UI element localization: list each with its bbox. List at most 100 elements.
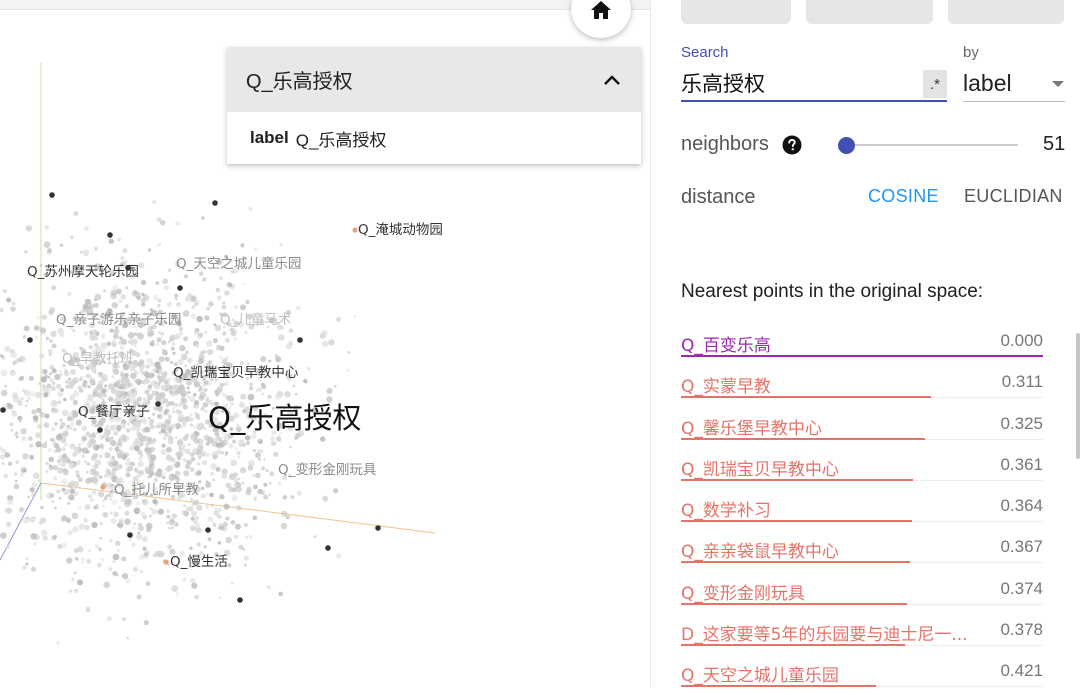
data-point[interactable] [206,395,210,400]
search-input[interactable] [681,66,947,102]
data-point[interactable] [138,456,143,461]
data-point[interactable] [185,459,191,465]
data-point[interactable] [193,437,200,444]
data-point[interactable] [268,481,272,485]
neighbors-slider-thumb[interactable] [838,137,855,154]
data-point[interactable] [189,467,195,472]
data-point[interactable] [170,518,175,523]
data-point[interactable] [95,544,99,549]
data-point[interactable] [137,509,141,513]
data-point[interactable] [45,461,49,466]
data-point[interactable] [93,470,100,477]
data-point[interactable] [0,369,8,377]
data-point[interactable] [269,471,275,477]
data-point[interactable] [135,389,139,393]
data-point[interactable] [65,380,69,384]
data-point[interactable] [1,461,5,465]
data-point[interactable] [99,395,103,400]
data-point[interactable] [270,441,276,447]
data-point[interactable] [137,332,144,340]
data-point[interactable] [249,382,253,387]
data-point[interactable] [73,390,80,397]
data-point[interactable] [321,340,329,347]
data-point[interactable] [51,285,57,291]
data-point[interactable] [145,581,151,587]
data-point[interactable] [49,493,55,498]
data-point[interactable] [136,295,141,301]
data-point[interactable] [39,353,45,359]
data-point[interactable] [170,361,174,364]
nearest-point-row[interactable]: Q_天空之城儿童乐园 0.421 [681,653,1043,694]
chevron-up-icon[interactable] [603,74,621,86]
data-point[interactable] [191,502,195,507]
data-point[interactable] [251,474,256,478]
data-point[interactable] [18,419,23,423]
data-point[interactable] [347,351,351,354]
data-point[interactable] [190,498,194,502]
data-point[interactable] [193,301,199,307]
data-point[interactable] [98,454,103,459]
data-point[interactable] [243,563,247,567]
data-point[interactable] [154,381,158,385]
data-point[interactable] [199,351,203,355]
data-point[interactable] [75,419,82,426]
data-point[interactable] [172,351,176,355]
data-point[interactable] [244,331,248,334]
data-point[interactable] [11,410,16,414]
data-point[interactable] [197,470,202,476]
data-point[interactable] [86,432,92,438]
data-point[interactable] [284,391,291,398]
data-point[interactable] [91,521,98,529]
data-point[interactable] [100,342,108,349]
data-point[interactable] [103,496,108,501]
data-point[interactable] [209,492,214,498]
data-point[interactable] [144,466,149,471]
data-point[interactable] [147,384,152,389]
data-point[interactable] [179,410,183,414]
data-point[interactable] [219,442,225,448]
data-point[interactable] [274,354,278,358]
data-point[interactable] [70,417,75,422]
data-point[interactable] [162,398,169,404]
data-point[interactable] [120,255,125,261]
data-point[interactable] [76,473,80,478]
data-point[interactable] [77,460,81,463]
data-point[interactable] [152,553,157,558]
data-point[interactable] [51,427,56,432]
data-point[interactable] [54,535,58,539]
data-point[interactable] [207,537,212,542]
data-point[interactable] [140,511,146,517]
data-point[interactable] [196,522,201,527]
data-point[interactable] [41,314,48,320]
data-point[interactable] [49,192,55,198]
data-point[interactable] [161,443,166,448]
data-point[interactable] [296,305,301,311]
data-point[interactable] [103,432,109,438]
data-point[interactable] [81,557,85,562]
data-point[interactable] [165,357,170,362]
data-point[interactable] [217,541,221,545]
data-point[interactable] [129,461,133,466]
data-point[interactable] [167,544,173,550]
data-point[interactable] [108,446,113,452]
nearest-point-name[interactable]: Q_变形金刚玩具 [681,579,805,604]
data-point[interactable] [127,332,135,339]
data-point[interactable] [57,400,62,405]
data-point[interactable] [4,345,11,352]
data-point[interactable] [125,286,129,290]
data-point[interactable] [197,335,202,340]
data-point[interactable] [35,432,42,439]
data-point[interactable] [78,506,82,510]
data-point[interactable] [190,525,196,532]
data-point[interactable] [143,377,150,384]
data-point[interactable] [99,475,103,479]
data-point[interactable] [124,304,129,309]
data-point[interactable] [138,262,145,269]
data-point[interactable] [221,472,228,479]
data-point[interactable] [157,298,162,303]
data-point[interactable] [205,441,210,446]
data-point[interactable] [219,494,225,500]
data-point[interactable] [31,492,37,498]
data-point[interactable] [235,446,239,450]
nearest-point-row[interactable]: Q_实蒙早教 0.311 [681,364,1043,405]
